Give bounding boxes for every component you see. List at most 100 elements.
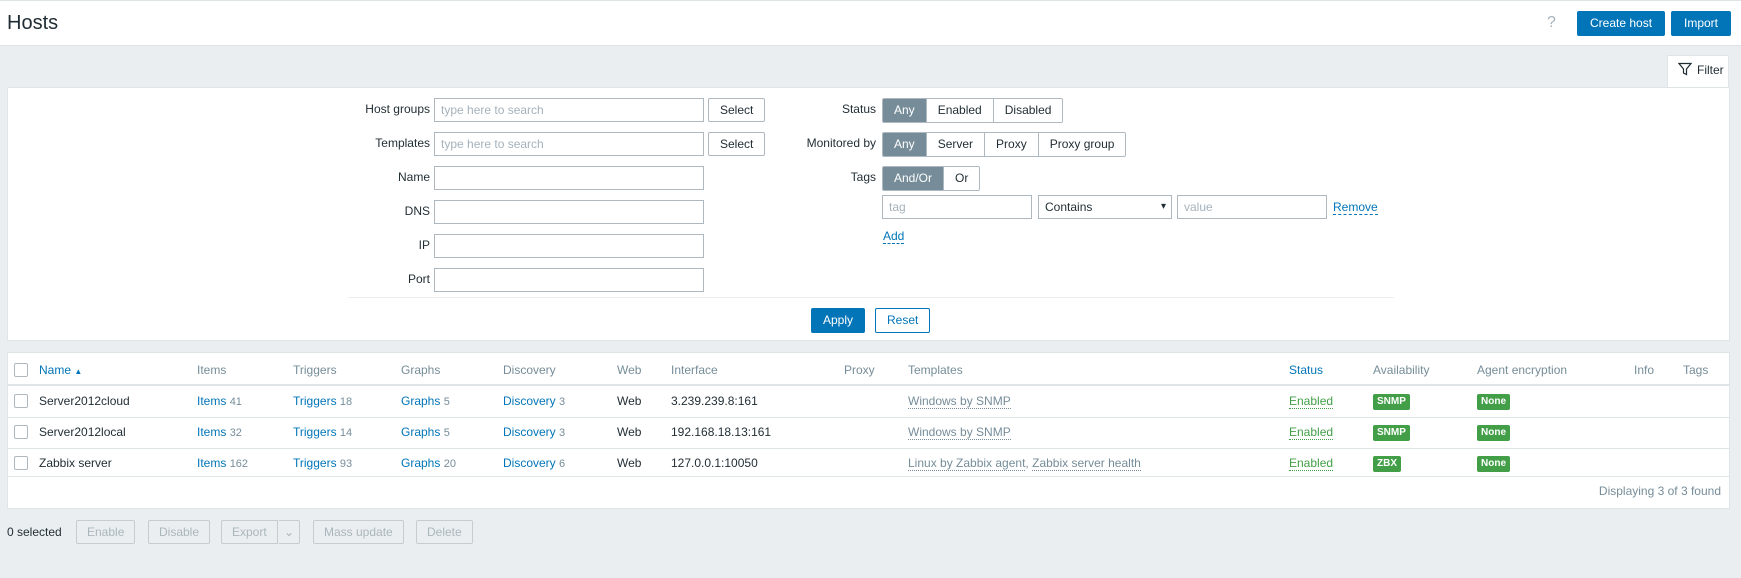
status-toggle[interactable]: Enabled <box>1289 456 1334 471</box>
interface-value: 3.239.239.8:161 <box>671 394 758 408</box>
triggers-link[interactable]: Triggers 14 <box>293 425 352 439</box>
triggers-label: Triggers <box>293 456 337 470</box>
export-button[interactable]: Export <box>221 520 278 544</box>
filter-icon <box>1678 62 1692 76</box>
items-link[interactable]: Items 32 <box>197 425 242 439</box>
availability-badge: SNMP <box>1373 394 1410 410</box>
template-separator: , <box>1025 456 1029 470</box>
discovery-count: 3 <box>559 396 566 408</box>
host-groups-select-button[interactable]: Select <box>708 98 766 122</box>
delete-button[interactable]: Delete <box>416 520 473 544</box>
monitored-by-proxy-group-option[interactable]: Proxy group <box>1037 133 1126 156</box>
column-header-web: Web <box>617 363 642 377</box>
results-count: Displaying 3 of 3 found <box>1598 484 1721 498</box>
ip-input[interactable] <box>434 234 704 258</box>
column-header-interface: Interface <box>671 363 718 377</box>
status-disabled-option[interactable]: Disabled <box>992 99 1063 122</box>
status-any-option[interactable]: Any <box>883 99 926 122</box>
host-name-link[interactable]: Server2012local <box>39 425 126 439</box>
graphs-label: Graphs <box>401 394 441 408</box>
export-dropdown-button[interactable]: ⌄ <box>279 520 301 544</box>
triggers-label: Triggers <box>293 394 337 408</box>
enable-button[interactable]: Enable <box>76 520 136 544</box>
template-link[interactable]: Windows by SNMP <box>908 425 1011 440</box>
templates-select-button[interactable]: Select <box>708 132 766 156</box>
discovery-count: 3 <box>559 427 566 439</box>
template-link[interactable]: Windows by SNMP <box>908 394 1011 409</box>
disable-button[interactable]: Disable <box>148 520 211 544</box>
template-link[interactable]: Zabbix server health <box>1032 456 1141 471</box>
triggers-link[interactable]: Triggers 93 <box>293 456 352 470</box>
column-header-name[interactable]: Name ▲ <box>39 363 82 377</box>
availability-badge: SNMP <box>1373 425 1410 441</box>
tag-input[interactable] <box>882 195 1032 219</box>
port-input[interactable] <box>434 268 704 292</box>
items-label: Items <box>197 456 227 470</box>
items-link[interactable]: Items 41 <box>197 394 242 408</box>
header-divider <box>8 384 1729 386</box>
discovery-count: 6 <box>559 458 566 470</box>
discovery-label: Discovery <box>503 456 556 470</box>
row-checkbox[interactable] <box>14 394 28 408</box>
host-name-link[interactable]: Zabbix server <box>39 456 112 470</box>
web-link[interactable]: Web <box>617 456 641 470</box>
reset-button[interactable]: Reset <box>875 308 931 333</box>
tags-and-or-option[interactable]: And/Or <box>883 167 944 190</box>
status-toggle[interactable]: Enabled <box>1289 425 1334 440</box>
mass-action-bar: 0 selected Enable Disable Export ⌄ Mass … <box>0 520 1741 550</box>
column-header-graphs: Graphs <box>401 363 441 377</box>
graphs-link[interactable]: Graphs 5 <box>401 394 450 408</box>
tag-operator-select[interactable]: Contains ▾ <box>1038 195 1172 219</box>
create-host-button[interactable]: Create host <box>1577 11 1666 36</box>
templates-input[interactable] <box>434 132 704 156</box>
discovery-link[interactable]: Discovery 3 <box>503 425 565 439</box>
triggers-count: 93 <box>339 458 353 470</box>
remove-tag-link[interactable]: Remove <box>1333 200 1378 215</box>
row-checkbox[interactable] <box>14 425 28 439</box>
import-button[interactable]: Import <box>1671 11 1732 36</box>
help-icon[interactable]: ? <box>1547 14 1556 32</box>
column-header-status[interactable]: Status <box>1289 363 1323 377</box>
chevron-down-icon: ⌄ <box>284 525 295 539</box>
select-all-checkbox[interactable] <box>14 363 28 377</box>
templates-cell: Linux by Zabbix agent, Zabbix server hea… <box>908 456 1141 471</box>
filter-tab-label: Filter <box>1697 63 1724 77</box>
name-input[interactable] <box>434 166 704 190</box>
apply-button[interactable]: Apply <box>811 308 866 333</box>
triggers-count: 18 <box>339 396 353 408</box>
monitored-by-any-option[interactable]: Any <box>883 133 926 156</box>
graphs-count: 5 <box>443 427 450 439</box>
items-link[interactable]: Items 162 <box>197 456 248 470</box>
status-toggle[interactable]: Enabled <box>1289 394 1334 409</box>
graphs-link[interactable]: Graphs 5 <box>401 425 450 439</box>
graphs-link[interactable]: Graphs 20 <box>401 456 456 470</box>
items-count: 162 <box>229 458 249 470</box>
templates-cell: Windows by SNMP <box>908 394 1011 409</box>
template-link[interactable]: Linux by Zabbix agent <box>908 456 1026 471</box>
column-header-proxy: Proxy <box>844 363 875 377</box>
page-header: Hosts ? Create host Import <box>0 0 1741 46</box>
discovery-link[interactable]: Discovery 3 <box>503 394 565 408</box>
host-groups-input[interactable] <box>434 98 704 122</box>
encryption-badge: None <box>1477 456 1510 472</box>
host-name-link[interactable]: Server2012cloud <box>39 394 130 408</box>
encryption-badge: None <box>1477 425 1510 441</box>
mass-update-button[interactable]: Mass update <box>313 520 404 544</box>
monitored-by-server-option[interactable]: Server <box>925 133 985 156</box>
tags-or-option[interactable]: Or <box>943 167 980 190</box>
web-link[interactable]: Web <box>617 394 641 408</box>
tag-value-input[interactable] <box>1177 195 1327 219</box>
tags-logic-segmented-control: And/Or Or <box>882 166 981 191</box>
discovery-link[interactable]: Discovery 6 <box>503 456 565 470</box>
triggers-label: Triggers <box>293 425 337 439</box>
host-groups-label: Host groups <box>365 102 430 116</box>
dns-input[interactable] <box>434 200 704 224</box>
filter-tab[interactable]: Filter <box>1667 55 1729 88</box>
monitored-by-proxy-option[interactable]: Proxy <box>984 133 1038 156</box>
status-enabled-option[interactable]: Enabled <box>925 99 993 122</box>
triggers-link[interactable]: Triggers 18 <box>293 394 352 408</box>
row-checkbox[interactable] <box>14 456 28 470</box>
web-link[interactable]: Web <box>617 425 641 439</box>
add-tag-link[interactable]: Add <box>883 229 905 244</box>
page-title: Hosts <box>7 12 59 34</box>
